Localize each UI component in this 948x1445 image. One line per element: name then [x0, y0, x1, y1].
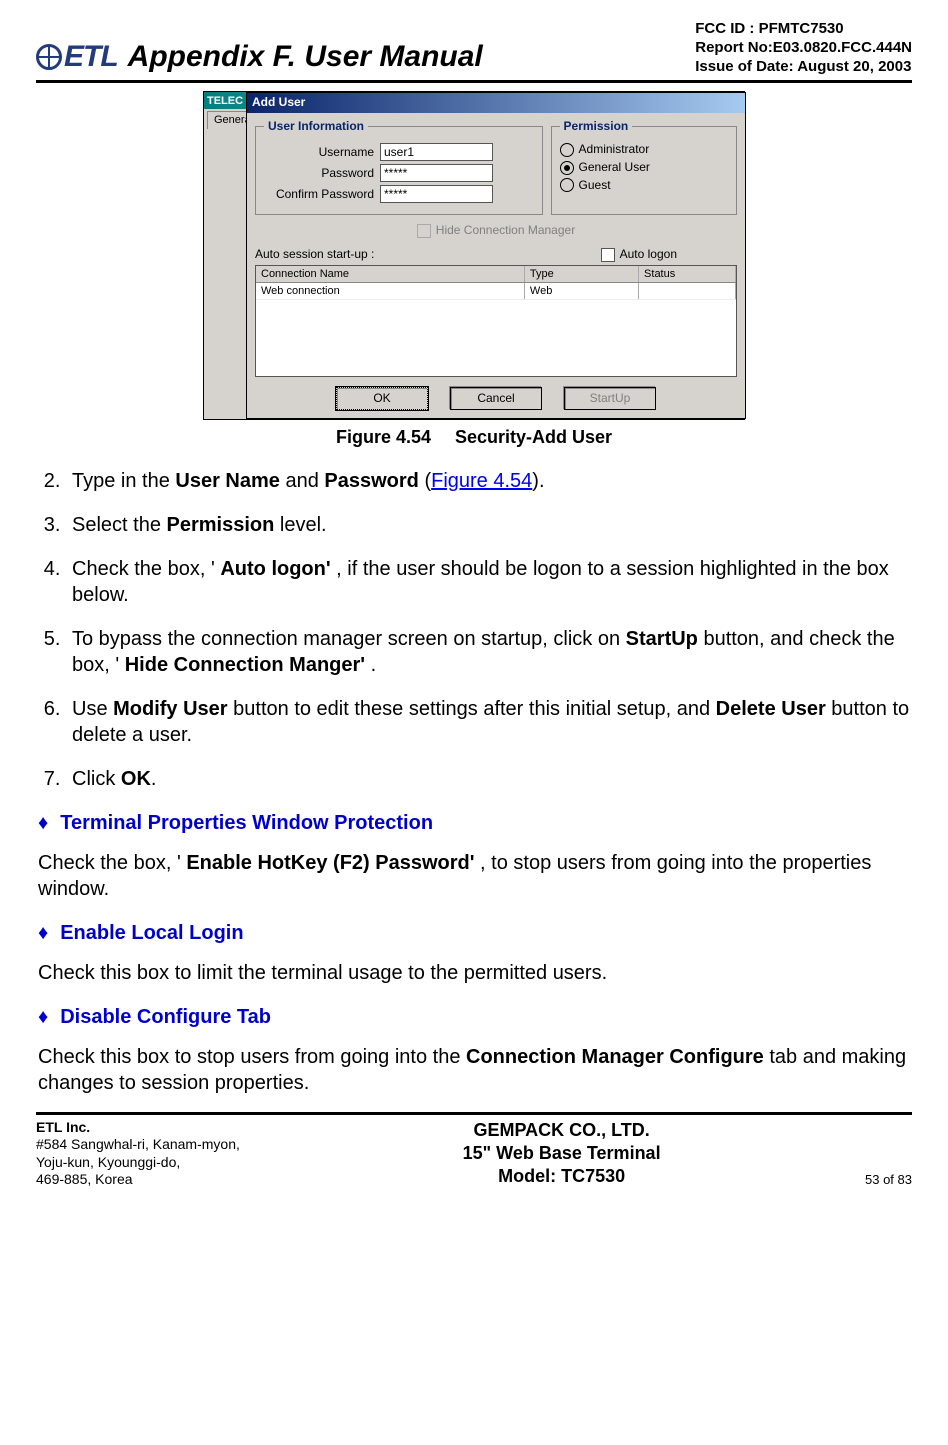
step-2: Type in the User Name and Password (Figu…: [66, 468, 912, 494]
section-body-2: Check this box to limit the terminal usa…: [38, 960, 912, 986]
section-heading-1: ♦Terminal Properties Window Protection: [38, 810, 912, 836]
section-heading-2: ♦Enable Local Login: [38, 920, 912, 946]
page-footer: ETL Inc. #584 Sangwhal-ri, Kanam-myon, Y…: [36, 1112, 912, 1189]
cancel-button[interactable]: Cancel: [450, 387, 542, 411]
radio-administrator[interactable]: Administrator: [560, 142, 728, 158]
section-body-3: Check this box to stop users from going …: [38, 1044, 912, 1096]
step-5: To bypass the connection manager screen …: [66, 626, 912, 678]
permission-group: Permission Administrator General User Gu…: [551, 119, 737, 216]
label-hide-conn-mgr: Hide Connection Manager: [436, 223, 575, 239]
permission-legend: Permission: [560, 119, 633, 135]
step-7: Click OK.: [66, 766, 912, 792]
dialog-title: Add User: [247, 93, 745, 113]
label-username: Username: [264, 145, 374, 161]
screenshot-figure: TELEC OK × Genera tInfo Add User User In…: [36, 91, 912, 420]
diamond-icon: ♦: [38, 1006, 48, 1028]
meta-report: Report No:E03.0820.FCC.444N: [695, 39, 912, 58]
checkbox-auto-logon[interactable]: [601, 248, 615, 262]
footer-left: ETL Inc. #584 Sangwhal-ri, Kanam-myon, Y…: [36, 1119, 357, 1189]
header-meta: FCC ID : PFMTC7530 Report No:E03.0820.FC…: [695, 20, 912, 76]
instruction-list: Type in the User Name and Password (Figu…: [40, 468, 912, 792]
col-type: Type: [525, 266, 639, 282]
password-input[interactable]: [380, 164, 493, 182]
background-window: TELEC OK × Genera tInfo Add User User In…: [203, 91, 745, 420]
figure-caption: Figure 4.54Security-Add User: [36, 426, 912, 449]
section-heading-3: ♦Disable Configure Tab: [38, 1004, 912, 1030]
col-connection-name: Connection Name: [256, 266, 525, 282]
add-user-dialog: Add User User Information Username Passw…: [246, 92, 746, 419]
col-status: Status: [639, 266, 736, 282]
startup-button[interactable]: StartUp: [564, 387, 656, 411]
diamond-icon: ♦: [38, 812, 48, 834]
radio-guest[interactable]: Guest: [560, 178, 728, 194]
logo: ETL: [36, 37, 118, 76]
footer-center: GEMPACK CO., LTD. 15" Web Base Terminal …: [357, 1119, 766, 1189]
label-auto-logon: Auto logon: [620, 247, 677, 263]
username-input[interactable]: [380, 143, 493, 161]
step-4: Check the box, ' Auto logon' , if the us…: [66, 556, 912, 608]
radio-general-user[interactable]: General User: [560, 160, 728, 176]
step-3: Select the Permission level.: [66, 512, 912, 538]
user-info-legend: User Information: [264, 119, 368, 135]
meta-date: Issue of Date: August 20, 2003: [695, 58, 912, 77]
page-header: ETL Appendix F. User Manual FCC ID : PFM…: [36, 20, 912, 83]
diamond-icon: ♦: [38, 922, 48, 944]
user-info-group: User Information Username Password Confi…: [255, 119, 543, 216]
confirm-password-input[interactable]: [380, 185, 493, 203]
label-auto-session: Auto session start-up :: [255, 247, 601, 263]
footer-page-number: 53 of 83: [766, 1119, 912, 1189]
label-password: Password: [264, 166, 374, 182]
table-header: Connection Name Type Status: [256, 266, 736, 283]
step-6: Use Modify User button to edit these set…: [66, 696, 912, 748]
connection-table[interactable]: Connection Name Type Status Web connecti…: [255, 265, 737, 377]
label-confirm-password: Confirm Password: [264, 187, 374, 203]
table-row[interactable]: Web connection Web: [256, 283, 736, 300]
section-body-1: Check the box, ' Enable HotKey (F2) Pass…: [38, 850, 912, 902]
logo-text: ETL: [64, 37, 118, 76]
ok-button[interactable]: OK: [336, 387, 428, 411]
bg-title-fragment: TELEC: [207, 94, 243, 108]
globe-icon: [36, 44, 62, 70]
checkbox-hide-conn-mgr: [417, 224, 431, 238]
figure-link[interactable]: Figure 4.54: [431, 470, 532, 492]
meta-fcc: FCC ID : PFMTC7530: [695, 20, 912, 39]
page-title: Appendix F. User Manual: [128, 37, 696, 76]
